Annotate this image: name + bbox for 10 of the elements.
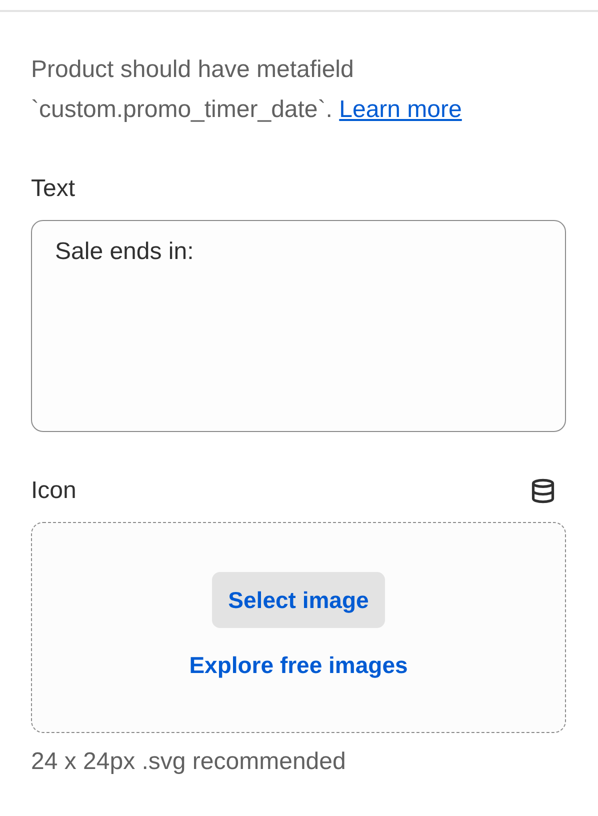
text-field[interactable]: Sale ends in: [31,220,566,432]
field-label: Text [31,174,76,204]
learn-more-link[interactable]: Learn more [339,96,462,123]
database-icon[interactable] [530,478,556,504]
image-dropzone[interactable]: Select image Explore free images [31,522,566,733]
hint-text: 24 x 24px .svg recommended [31,747,347,777]
select-image-button[interactable]: Select image [212,572,385,628]
explore-images-link[interactable]: Explore free images [189,650,408,680]
help-text: Product should have metafield `custom.promo_timer_date`. Learn more [31,55,463,125]
field-label: Icon [31,476,76,506]
